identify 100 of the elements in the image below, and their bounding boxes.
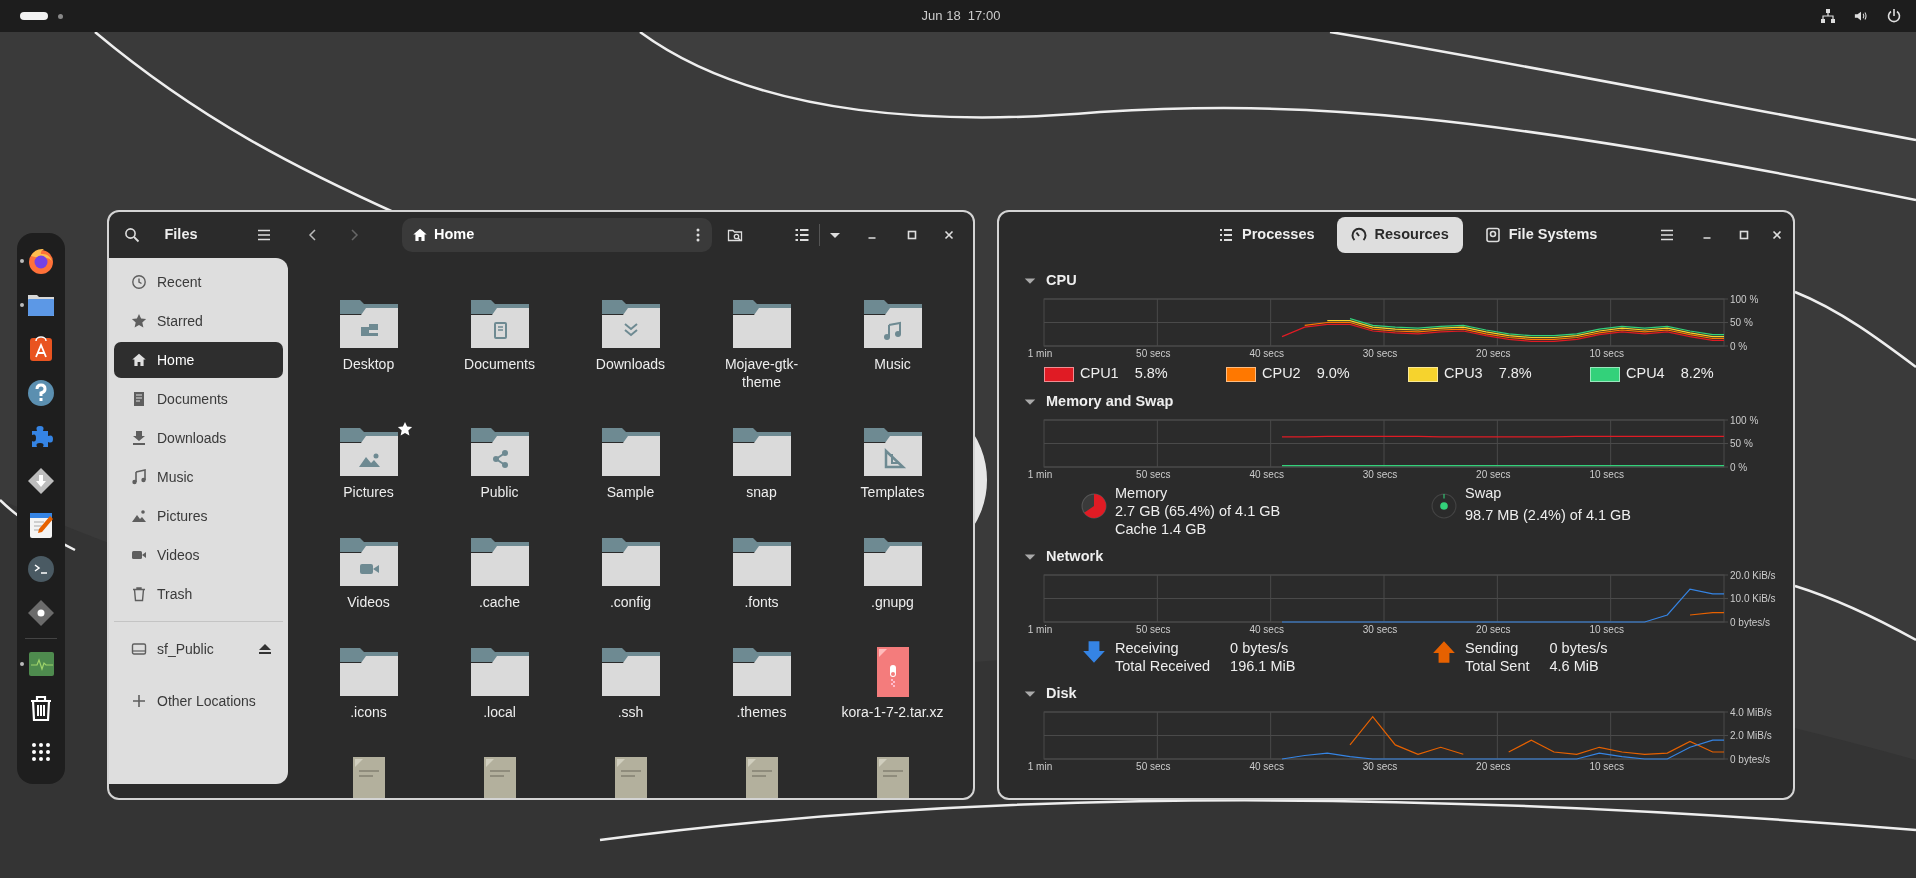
legend-value: 7.8%	[1498, 364, 1532, 384]
color-swatch[interactable]	[1408, 366, 1438, 382]
axis-label: 20 secs	[1476, 624, 1511, 635]
tab[interactable]: Processes	[1204, 217, 1329, 253]
file-name[interactable]: kora-1-7-2.tar.xz	[836, 703, 949, 721]
folder-icon[interactable]	[862, 299, 923, 349]
legend-label: CPU4	[1626, 364, 1665, 384]
folder-icon[interactable]	[469, 537, 530, 587]
folder-icon[interactable]	[469, 299, 530, 349]
clock-icon	[131, 274, 147, 290]
activity-monitor-icon[interactable]	[26, 649, 56, 679]
color-swatch[interactable]	[1044, 366, 1074, 382]
axis-label: 50 secs	[1136, 761, 1171, 772]
folder-icon[interactable]	[338, 537, 399, 587]
file-name[interactable]: Videos	[312, 593, 425, 611]
menu-icon[interactable]	[256, 227, 272, 243]
folder-icon[interactable]	[469, 647, 530, 697]
sidebar-item[interactable]: sf_Public	[114, 631, 283, 667]
axis-label: 50 secs	[1136, 624, 1171, 635]
file-name[interactable]: .icons	[312, 703, 425, 721]
eject-icon[interactable]	[257, 641, 273, 657]
file-name[interactable]: .local	[443, 703, 556, 721]
folder-icon[interactable]	[600, 299, 661, 349]
sidebar-item[interactable]: Music	[114, 459, 283, 495]
axis-label: 4.0 MiB/s	[1730, 706, 1772, 718]
volume-icon[interactable]	[1854, 9, 1868, 23]
folder-icon[interactable]	[338, 647, 399, 697]
file-name[interactable]: Documents	[443, 355, 556, 373]
tab[interactable]: File Systems	[1470, 217, 1612, 253]
file-name[interactable]: .config	[574, 593, 687, 611]
folder-icon[interactable]	[731, 427, 792, 477]
color-swatch[interactable]	[1590, 366, 1620, 382]
workspace-indicator[interactable]	[20, 12, 48, 20]
file-name[interactable]: .ssh	[574, 703, 687, 721]
network-icon[interactable]	[1820, 8, 1836, 24]
axis-label: 1 min	[1027, 624, 1053, 635]
sidebar-item[interactable]: Documents	[114, 381, 283, 417]
file-name[interactable]: Templates	[836, 483, 949, 501]
clock[interactable]: Jun 18 17:00	[921, 6, 1001, 26]
file-name[interactable]: Sample	[574, 483, 687, 501]
sidebar-item[interactable]: Home	[114, 342, 283, 378]
folder-icon[interactable]	[731, 647, 792, 697]
file-name[interactable]: .cache	[443, 593, 556, 611]
axis-label: 10 secs	[1589, 761, 1624, 772]
file-name[interactable]: Downloads	[574, 355, 687, 373]
file-name[interactable]: .fonts	[705, 593, 818, 611]
help-icon[interactable]	[26, 378, 56, 408]
sidebar-item[interactable]: Videos	[114, 537, 283, 573]
power-icon[interactable]	[1886, 8, 1902, 24]
file-name[interactable]: Desktop	[312, 355, 425, 373]
menu-icon[interactable]	[1659, 227, 1676, 243]
memory-usage: 2.7 GB (65.4%) of 4.1 GB	[1115, 502, 1281, 520]
sidebar-item[interactable]: Other Locations	[114, 683, 283, 719]
folder-icon[interactable]	[600, 427, 661, 477]
workspace-dot[interactable]	[58, 13, 63, 19]
folder-icon[interactable]	[862, 427, 923, 477]
folder-icon[interactable]	[338, 299, 399, 349]
sidebar-item[interactable]: Recent	[114, 264, 283, 300]
list-view-icon[interactable]	[794, 227, 810, 243]
axis-label: 30 secs	[1362, 761, 1398, 772]
sidebar-item[interactable]: Starred	[114, 303, 283, 339]
search-icon[interactable]	[124, 227, 140, 243]
download-icon	[131, 430, 147, 446]
cache-usage: Cache 1.4 GB	[1115, 520, 1208, 538]
rate-value: 0 bytes/s	[1230, 639, 1290, 657]
folder-icon[interactable]	[731, 299, 792, 349]
path-bar[interactable]: Home	[402, 218, 712, 252]
folder-icon[interactable]	[731, 537, 792, 587]
update-icon[interactable]	[26, 466, 56, 496]
list-icon	[1218, 227, 1234, 243]
terminal-icon[interactable]	[26, 554, 56, 584]
folder-search-icon[interactable]	[727, 227, 743, 243]
file-name[interactable]: Pictures	[312, 483, 425, 501]
axis-label: 20 secs	[1476, 348, 1511, 359]
rate-label: Sending	[1465, 639, 1520, 657]
sidebar-item[interactable]: Trash	[114, 576, 283, 612]
axis-label: 50 %	[1730, 438, 1753, 449]
sidebar-item[interactable]: Downloads	[114, 420, 283, 456]
file-name[interactable]: Music	[836, 355, 949, 373]
sidebar-item[interactable]: Pictures	[114, 498, 283, 534]
folder-icon[interactable]	[469, 427, 530, 477]
folder-icon[interactable]	[338, 427, 399, 477]
axis-label: 20 secs	[1476, 761, 1511, 772]
star-icon	[131, 313, 147, 329]
folder-icon[interactable]	[600, 537, 661, 587]
legend-value: 9.0%	[1316, 364, 1350, 384]
axis-label: 0 bytes/s	[1730, 753, 1771, 765]
settings-icon[interactable]	[26, 598, 56, 628]
axis-label: 40 secs	[1249, 761, 1284, 772]
file-name[interactable]: snap	[705, 483, 818, 501]
color-swatch[interactable]	[1226, 366, 1256, 382]
browser-icon[interactable]	[26, 246, 56, 276]
file-name[interactable]: Mojave-gtk-theme	[705, 355, 818, 391]
file-name[interactable]: Public	[443, 483, 556, 501]
folder-icon[interactable]	[862, 537, 923, 587]
axis-label: 10 secs	[1589, 348, 1624, 359]
file-name[interactable]: .gnupg	[836, 593, 949, 611]
file-name[interactable]: .themes	[705, 703, 818, 721]
tab[interactable]: Resources	[1336, 217, 1463, 253]
folder-icon[interactable]	[600, 647, 661, 697]
